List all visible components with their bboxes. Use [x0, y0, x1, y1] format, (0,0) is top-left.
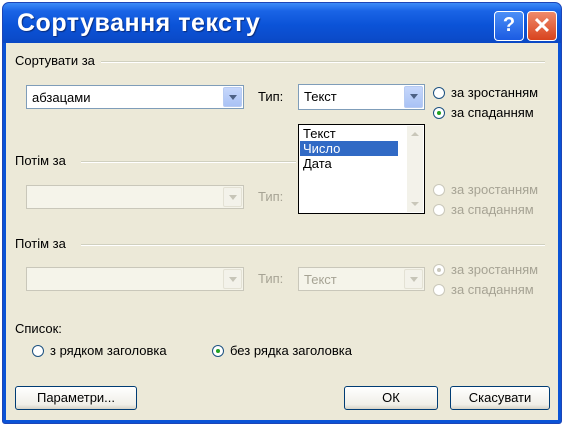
group-divider [81, 244, 545, 246]
scroll-down-arrow-icon[interactable] [407, 196, 423, 212]
type-dropdown-list[interactable]: Текст Число Дата [298, 124, 425, 214]
type-value-2: Текст [304, 272, 337, 287]
sort-text-dialog: Сортування тексту ? ✕ Сортувати за абзац… [2, 2, 562, 424]
type-label: Тип: [258, 189, 284, 204]
sort2-asc-label[interactable]: за зростанням [451, 182, 538, 197]
sort-by-field-select[interactable]: абзацами [26, 85, 244, 109]
chevron-down-icon[interactable] [404, 86, 423, 108]
with-header-label[interactable]: з рядком заголовка [50, 343, 167, 358]
sort-by-group-label: Сортувати за [15, 53, 95, 68]
type-select[interactable]: Текст [298, 84, 425, 110]
dropdown-scrollbar[interactable] [407, 126, 423, 212]
list-label: Список: [15, 321, 62, 336]
chevron-down-icon[interactable] [223, 187, 242, 207]
sort1-desc-radio[interactable] [433, 107, 445, 119]
sort3-asc-radio[interactable] [433, 264, 445, 276]
sort3-asc-label[interactable]: за зростанням [451, 262, 538, 277]
ok-button[interactable]: ОК [344, 386, 438, 410]
then-by-group-label-2: Потім за [15, 236, 66, 251]
type-select-2[interactable]: Текст [298, 267, 425, 291]
options-button[interactable]: Параметри... [15, 386, 137, 410]
close-button[interactable]: ✕ [527, 11, 557, 41]
sort2-asc-radio[interactable] [433, 184, 445, 196]
help-icon: ? [502, 14, 516, 36]
sort2-desc-radio[interactable] [433, 204, 445, 216]
sort1-desc-label[interactable]: за спаданням [451, 105, 534, 120]
sort1-asc-label[interactable]: за зростанням [451, 85, 538, 100]
then-by-field-select[interactable] [26, 185, 244, 209]
group-divider [101, 61, 545, 63]
sort2-desc-label[interactable]: за спаданням [451, 202, 534, 217]
type-value: Текст [304, 89, 337, 104]
dropdown-option-date[interactable]: Дата [300, 156, 398, 171]
dropdown-option-number[interactable]: Число [300, 141, 398, 156]
chevron-down-icon[interactable] [223, 87, 242, 107]
sort3-desc-label[interactable]: за спаданням [451, 282, 534, 297]
help-button[interactable]: ? [494, 11, 524, 41]
type-label: Тип: [258, 89, 284, 104]
chevron-down-icon[interactable] [223, 269, 242, 289]
chevron-down-icon[interactable] [404, 269, 423, 289]
dropdown-option-text[interactable]: Текст [300, 126, 398, 141]
close-icon: ✕ [532, 13, 552, 38]
group-divider [81, 161, 296, 163]
title-bar[interactable]: Сортування тексту ? ✕ [3, 3, 561, 43]
with-header-radio[interactable] [32, 345, 44, 357]
dialog-title: Сортування тексту [17, 9, 261, 37]
then-by-group-label: Потім за [15, 153, 66, 168]
dialog-client: Сортувати за абзацами Тип: Текст за зрос… [6, 43, 558, 420]
without-header-radio[interactable] [212, 345, 224, 357]
sort1-asc-radio[interactable] [433, 87, 445, 99]
sort-by-field-value: абзацами [32, 90, 91, 105]
type-label: Тип: [258, 271, 284, 286]
scroll-up-arrow-icon[interactable] [407, 126, 423, 142]
without-header-label[interactable]: без рядка заголовка [230, 343, 352, 358]
then-by-field-select-2[interactable] [26, 267, 244, 291]
cancel-button[interactable]: Скасувати [450, 386, 550, 410]
sort3-desc-radio[interactable] [433, 284, 445, 296]
